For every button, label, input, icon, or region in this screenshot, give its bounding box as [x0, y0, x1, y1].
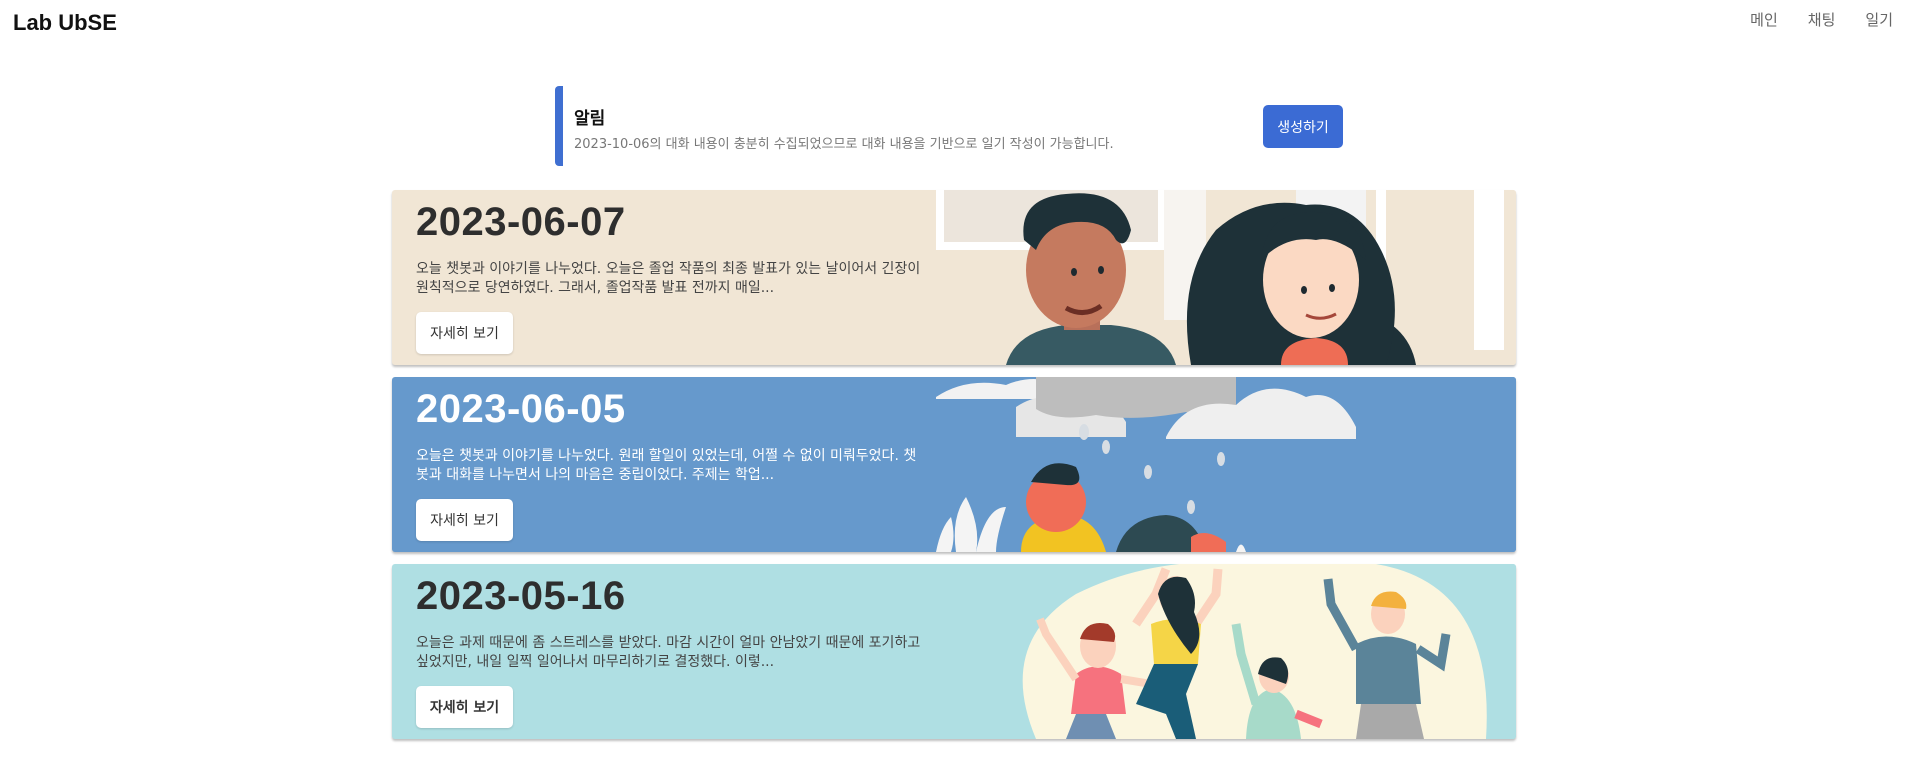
view-details-button[interactable]: 자세히 보기 — [416, 686, 513, 728]
diary-date: 2023-06-05 — [416, 387, 626, 431]
diary-card: 2023-06-07 오늘 챗봇과 이야기를 나누었다. 오늘은 졸업 작품의 … — [392, 190, 1516, 365]
diary-date: 2023-06-07 — [416, 200, 626, 244]
diary-excerpt: 오늘은 과제 때문에 좀 스트레스를 받았다. 마감 시간이 얼마 안남았기 때… — [416, 635, 921, 670]
diary-excerpt: 오늘은 챗봇과 이야기를 나누었다. 원래 할일이 있었는데, 어쩔 수 없이 … — [416, 448, 917, 483]
nav-links: 메인 채팅 일기 — [1750, 9, 1905, 30]
diary-date: 2023-05-16 — [416, 574, 626, 618]
generate-button[interactable]: 생성하기 — [1263, 105, 1343, 148]
nav-item-diary[interactable]: 일기 — [1865, 9, 1893, 30]
rain-cloud-illustration — [936, 377, 1516, 552]
alert-accent-bar — [555, 86, 563, 166]
view-details-button[interactable]: 자세히 보기 — [416, 499, 513, 541]
brand-logo[interactable]: Lab UbSE — [13, 10, 117, 36]
diary-card: 2023-05-16 오늘은 과제 때문에 좀 스트레스를 받았다. 마감 시간… — [392, 564, 1516, 739]
view-details-button[interactable]: 자세히 보기 — [416, 312, 513, 354]
diary-excerpt: 오늘 챗봇과 이야기를 나누었다. 오늘은 졸업 작품의 최종 발표가 있는 날… — [416, 261, 921, 296]
nav-item-main[interactable]: 메인 — [1750, 9, 1778, 30]
celebrating-people-illustration — [936, 564, 1516, 739]
diary-card: 2023-06-05 오늘은 챗봇과 이야기를 나누었다. 원래 할일이 있었는… — [392, 377, 1516, 552]
alert-title: 알림 — [574, 109, 606, 129]
two-people-illustration — [936, 190, 1516, 365]
nav-item-chat[interactable]: 채팅 — [1808, 9, 1836, 30]
navbar: Lab UbSE 메인 채팅 일기 — [0, 0, 1905, 46]
notification-alert: 알림 2023-10-06의 대화 내용이 충분히 수집되었으므로 대화 내용을… — [555, 86, 1347, 166]
alert-message: 2023-10-06의 대화 내용이 충분히 수집되었으므로 대화 내용을 기반… — [574, 137, 1114, 152]
